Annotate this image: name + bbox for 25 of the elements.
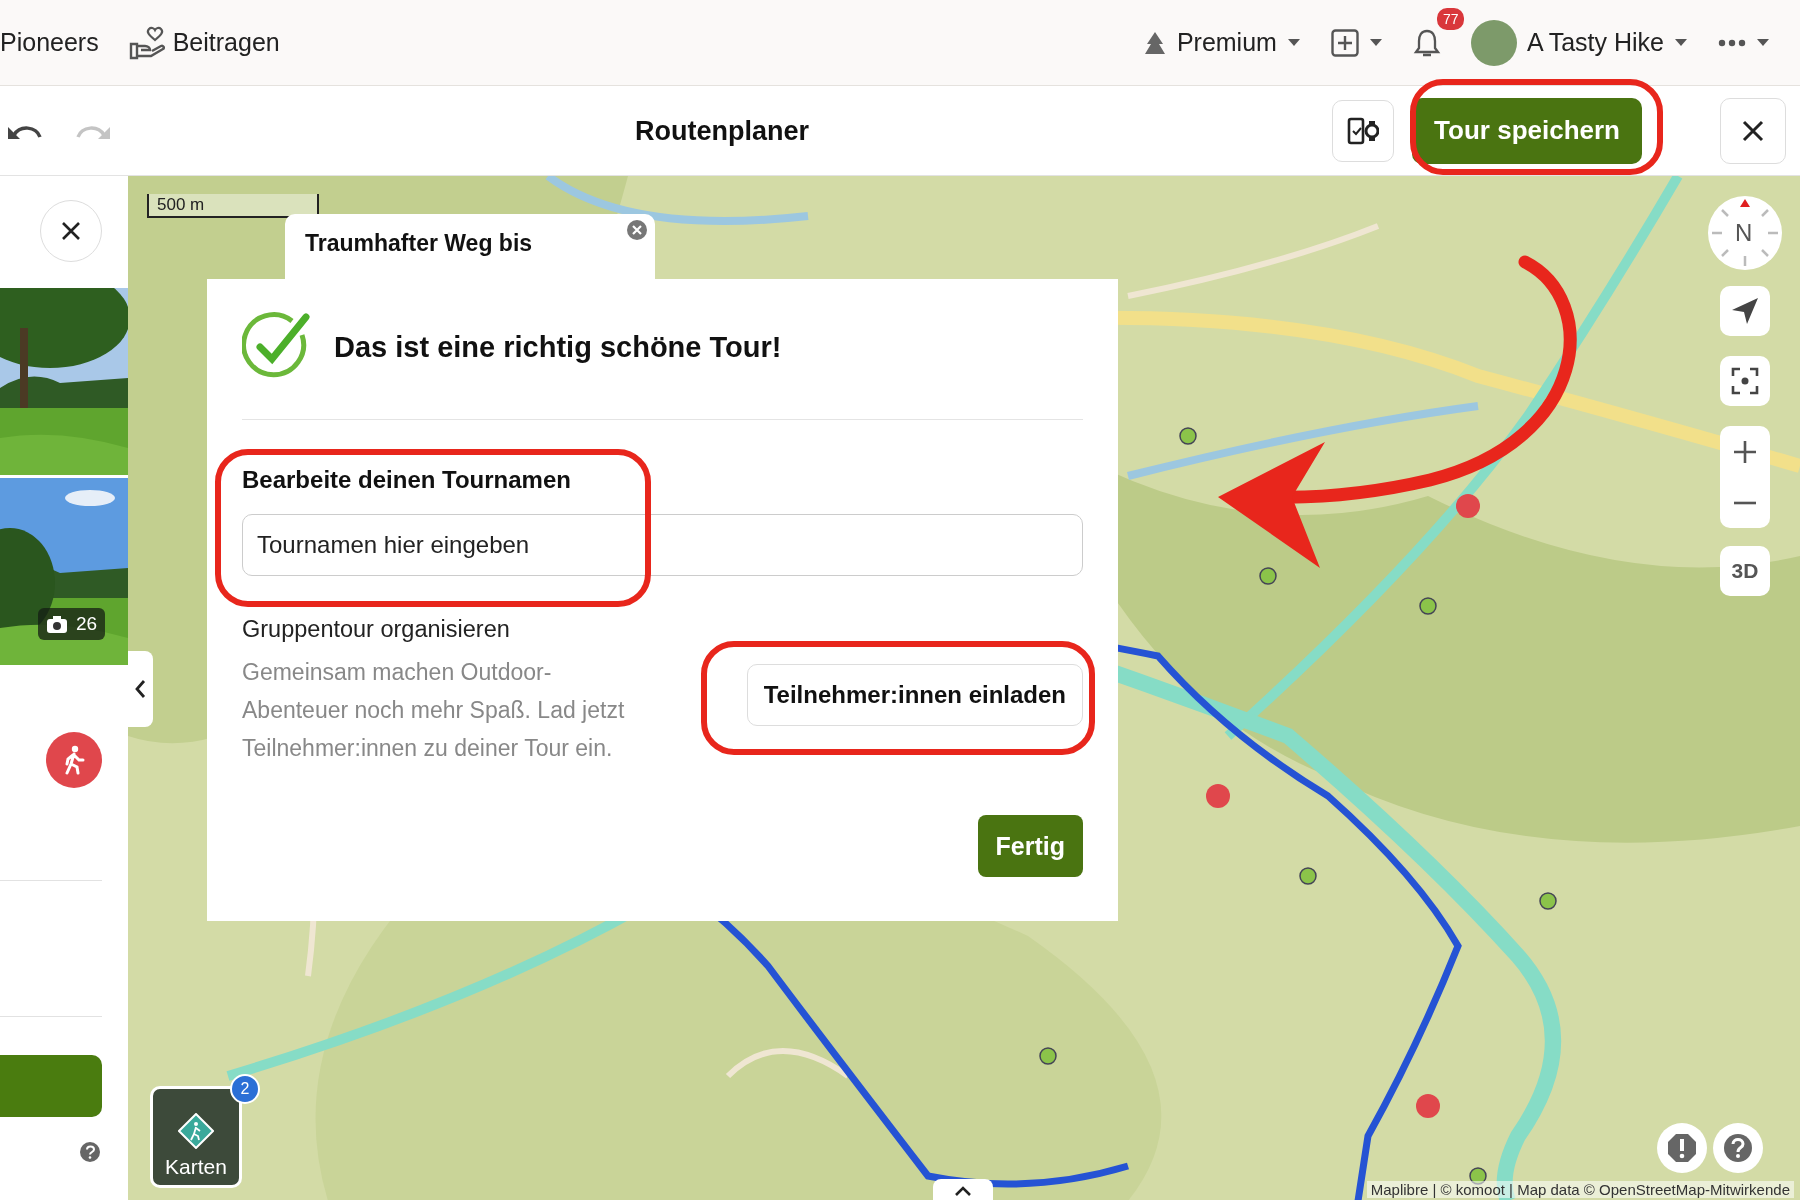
device-sync-button[interactable] bbox=[1332, 99, 1395, 162]
close-icon bbox=[61, 221, 81, 241]
tree-icon bbox=[1142, 31, 1167, 54]
notification-badge: 77 bbox=[1434, 5, 1467, 32]
hand-heart-icon bbox=[128, 25, 165, 60]
help-icon[interactable] bbox=[80, 1142, 100, 1162]
add-icon[interactable] bbox=[1330, 28, 1359, 57]
save-tour-button[interactable]: Tour speichern bbox=[1412, 97, 1642, 164]
caret-icon bbox=[1286, 38, 1301, 47]
more-icon[interactable] bbox=[1718, 38, 1746, 47]
caret-icon bbox=[1368, 38, 1383, 47]
close-button[interactable] bbox=[1720, 97, 1786, 164]
nav-link[interactable]: Pioneers bbox=[0, 28, 99, 57]
close-icon bbox=[1742, 119, 1764, 142]
nav-link[interactable]: Beitragen bbox=[128, 25, 280, 60]
user-menu[interactable]: A Tasty Hike bbox=[1470, 19, 1688, 66]
sport-button[interactable] bbox=[46, 732, 102, 788]
premium-menu[interactable]: Premium bbox=[1142, 28, 1301, 57]
bell-icon[interactable] bbox=[1412, 27, 1441, 58]
caret-icon bbox=[1756, 38, 1770, 47]
caret-icon bbox=[1674, 38, 1688, 47]
page-title: Routenplaner bbox=[635, 116, 809, 147]
camera-icon bbox=[46, 614, 68, 634]
photo-count: 26 bbox=[38, 608, 106, 640]
phone-watch-icon bbox=[1347, 116, 1380, 145]
